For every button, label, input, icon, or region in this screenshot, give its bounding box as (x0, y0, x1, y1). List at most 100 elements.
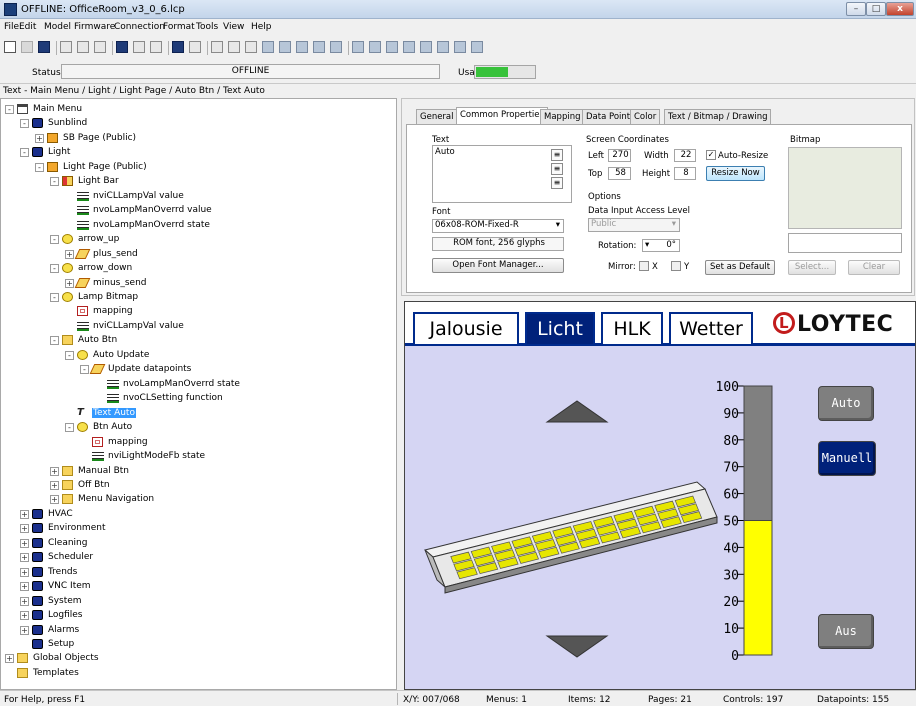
record-icon[interactable] (172, 41, 184, 53)
copy-icon[interactable] (77, 41, 89, 53)
preview-tab-licht[interactable]: Licht (525, 312, 595, 344)
expand-icon[interactable]: + (35, 133, 44, 143)
grid-icon[interactable] (352, 41, 364, 53)
manual-button[interactable]: Manuell (818, 441, 876, 476)
new-icon[interactable] (4, 41, 16, 53)
set-as-default-button[interactable]: Set as Default (705, 260, 775, 275)
undo-icon[interactable] (133, 41, 145, 53)
tab-general[interactable]: General (416, 109, 458, 124)
menu-firmware[interactable]: Firmware (74, 22, 115, 32)
cut-icon[interactable] (60, 41, 72, 53)
align-right-icon[interactable] (245, 41, 257, 53)
collapse-icon[interactable]: - (20, 148, 29, 158)
expand-icon[interactable]: + (20, 524, 29, 534)
close-button[interactable]: x (886, 2, 914, 16)
expand-icon[interactable]: + (20, 625, 29, 635)
menu-view[interactable]: View (223, 22, 244, 32)
minimize-button[interactable]: – (846, 2, 866, 16)
auto-button[interactable]: Auto (818, 386, 874, 421)
height-input[interactable]: 8 (674, 167, 696, 180)
center-h-icon[interactable] (279, 41, 291, 53)
save-icon[interactable] (38, 41, 50, 53)
expand-icon[interactable]: + (20, 611, 29, 621)
preview-tab-wetter[interactable]: Wetter (669, 312, 753, 344)
menu-format[interactable]: Format (163, 22, 195, 32)
select-bitmap-button[interactable]: Select... (788, 260, 836, 275)
layer-up-icon[interactable] (386, 41, 398, 53)
layer-down-icon[interactable] (403, 41, 415, 53)
menu-model[interactable]: Model (44, 22, 71, 32)
project-tree[interactable]: - Main Menu - Sunblind + SB Page (Public) - Lig… (0, 98, 397, 690)
collapse-icon[interactable]: - (20, 119, 29, 129)
tab-common-properties[interactable]: Common Properties (456, 107, 548, 124)
tab-text-bitmap-drawing[interactable]: Text / Bitmap / Drawing (664, 109, 772, 124)
width-input[interactable]: 22 (674, 149, 696, 162)
mirror-y-checkbox[interactable] (671, 261, 681, 271)
preview-tab-hlk[interactable]: HLK (601, 312, 663, 344)
expand-icon[interactable]: + (50, 495, 59, 505)
open-font-manager-button[interactable]: Open Font Manager... (432, 258, 564, 273)
bitmap-name-field[interactable] (788, 233, 902, 253)
align-bottom-icon[interactable] (262, 41, 274, 53)
menu-connection[interactable]: Connection (114, 22, 165, 32)
tab-mapping[interactable]: Mapping (540, 109, 585, 124)
tools-icon[interactable] (471, 41, 483, 53)
open-icon[interactable] (21, 41, 33, 53)
expand-icon[interactable]: + (50, 480, 59, 490)
page-icon[interactable] (189, 41, 201, 53)
collapse-icon[interactable]: - (50, 177, 59, 187)
tab-data-point[interactable]: Data Point (582, 109, 635, 124)
menu-file[interactable]: File (4, 22, 19, 32)
center-v-icon[interactable] (296, 41, 308, 53)
expand-icon[interactable]: + (20, 553, 29, 563)
menu-tools[interactable]: Tools (196, 22, 218, 32)
menu-help[interactable]: Help (251, 22, 272, 32)
font-select[interactable]: 06x08-ROM-Fixed-R ▾ (432, 219, 564, 233)
collapse-icon[interactable]: - (50, 336, 59, 346)
expand-icon[interactable]: + (5, 654, 14, 664)
redo-icon[interactable] (150, 41, 162, 53)
expand-icon[interactable]: + (20, 582, 29, 592)
top-input[interactable]: 58 (608, 167, 631, 180)
lock-icon[interactable] (454, 41, 466, 53)
maximize-button[interactable]: □ (866, 2, 886, 16)
access-level-select[interactable]: Public ▾ (588, 218, 680, 232)
collapse-icon[interactable]: - (50, 264, 59, 274)
align-left-icon[interactable] (211, 41, 223, 53)
expand-icon[interactable]: + (50, 466, 59, 476)
arrow-up-icon[interactable] (545, 400, 609, 423)
group-icon[interactable] (420, 41, 432, 53)
ungroup-icon[interactable] (437, 41, 449, 53)
auto-resize-checkbox[interactable]: ✓ (706, 150, 716, 160)
expand-icon[interactable]: + (65, 249, 74, 259)
expand-icon[interactable]: + (65, 278, 74, 288)
collapse-icon[interactable]: - (50, 292, 59, 302)
download-icon[interactable] (116, 41, 128, 53)
arrow-down-icon[interactable] (545, 635, 609, 658)
tab-color[interactable]: Color (630, 109, 661, 124)
expand-icon[interactable]: + (20, 567, 29, 577)
collapse-icon[interactable]: - (50, 235, 59, 245)
mirror-x-checkbox[interactable] (639, 261, 649, 271)
clear-bitmap-button[interactable]: Clear (848, 260, 900, 275)
snap-icon[interactable] (369, 41, 381, 53)
expand-icon[interactable]: + (20, 509, 29, 519)
resize-now-button[interactable]: Resize Now (706, 166, 765, 181)
expand-icon[interactable]: + (20, 596, 29, 606)
align-left-icon[interactable]: ≡ (551, 149, 563, 161)
collapse-icon[interactable]: - (65, 350, 74, 360)
collapse-icon[interactable]: - (65, 423, 74, 433)
paste-icon[interactable] (94, 41, 106, 53)
delete-icon[interactable] (313, 41, 325, 53)
off-button[interactable]: Aus (818, 614, 874, 649)
expand-icon[interactable]: + (20, 538, 29, 548)
collapse-icon[interactable]: - (5, 105, 14, 114)
align-center-icon[interactable]: ≡ (551, 163, 563, 175)
preview-tab-jalousie[interactable]: Jalousie (413, 312, 519, 344)
collapse-icon[interactable]: - (80, 365, 89, 375)
left-input[interactable]: 270 (608, 149, 631, 162)
distribute-icon[interactable] (330, 41, 342, 53)
collapse-icon[interactable]: - (35, 162, 44, 172)
menu-edit[interactable]: Edit (19, 22, 36, 32)
rotation-select[interactable]: ▾ 0° (642, 239, 680, 252)
